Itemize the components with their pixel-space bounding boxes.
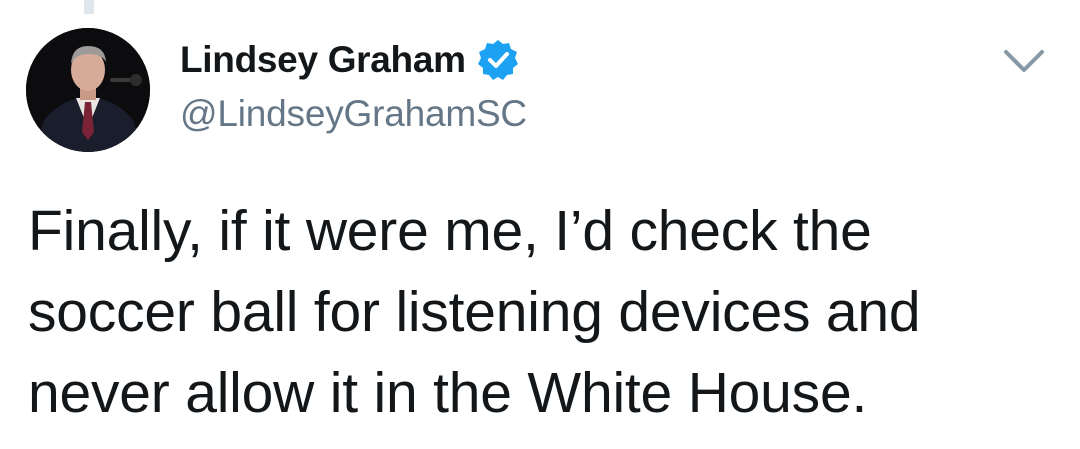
tweet-text-line: never allow it in the White House. [28, 361, 868, 425]
author-handle[interactable]: @LindseyGrahamSC [180, 92, 527, 136]
tweet-text-line: Finally, if it were me, I’d check the [28, 199, 872, 263]
author-name-row: Lindsey Graham [180, 38, 520, 82]
author-display-name[interactable]: Lindsey Graham [180, 38, 466, 82]
tweet-text-line: soccer ball for listening devices and [28, 280, 921, 344]
chevron-down-icon[interactable] [1002, 42, 1046, 78]
tweet-text: Finally, if it were me, I’d check the so… [28, 191, 1068, 434]
avatar[interactable] [26, 28, 150, 152]
profile-photo-icon [26, 28, 150, 152]
verified-badge-icon [476, 38, 520, 82]
tweet-card: Lindsey Graham @LindseyGrahamSC Finally,… [0, 0, 1080, 449]
